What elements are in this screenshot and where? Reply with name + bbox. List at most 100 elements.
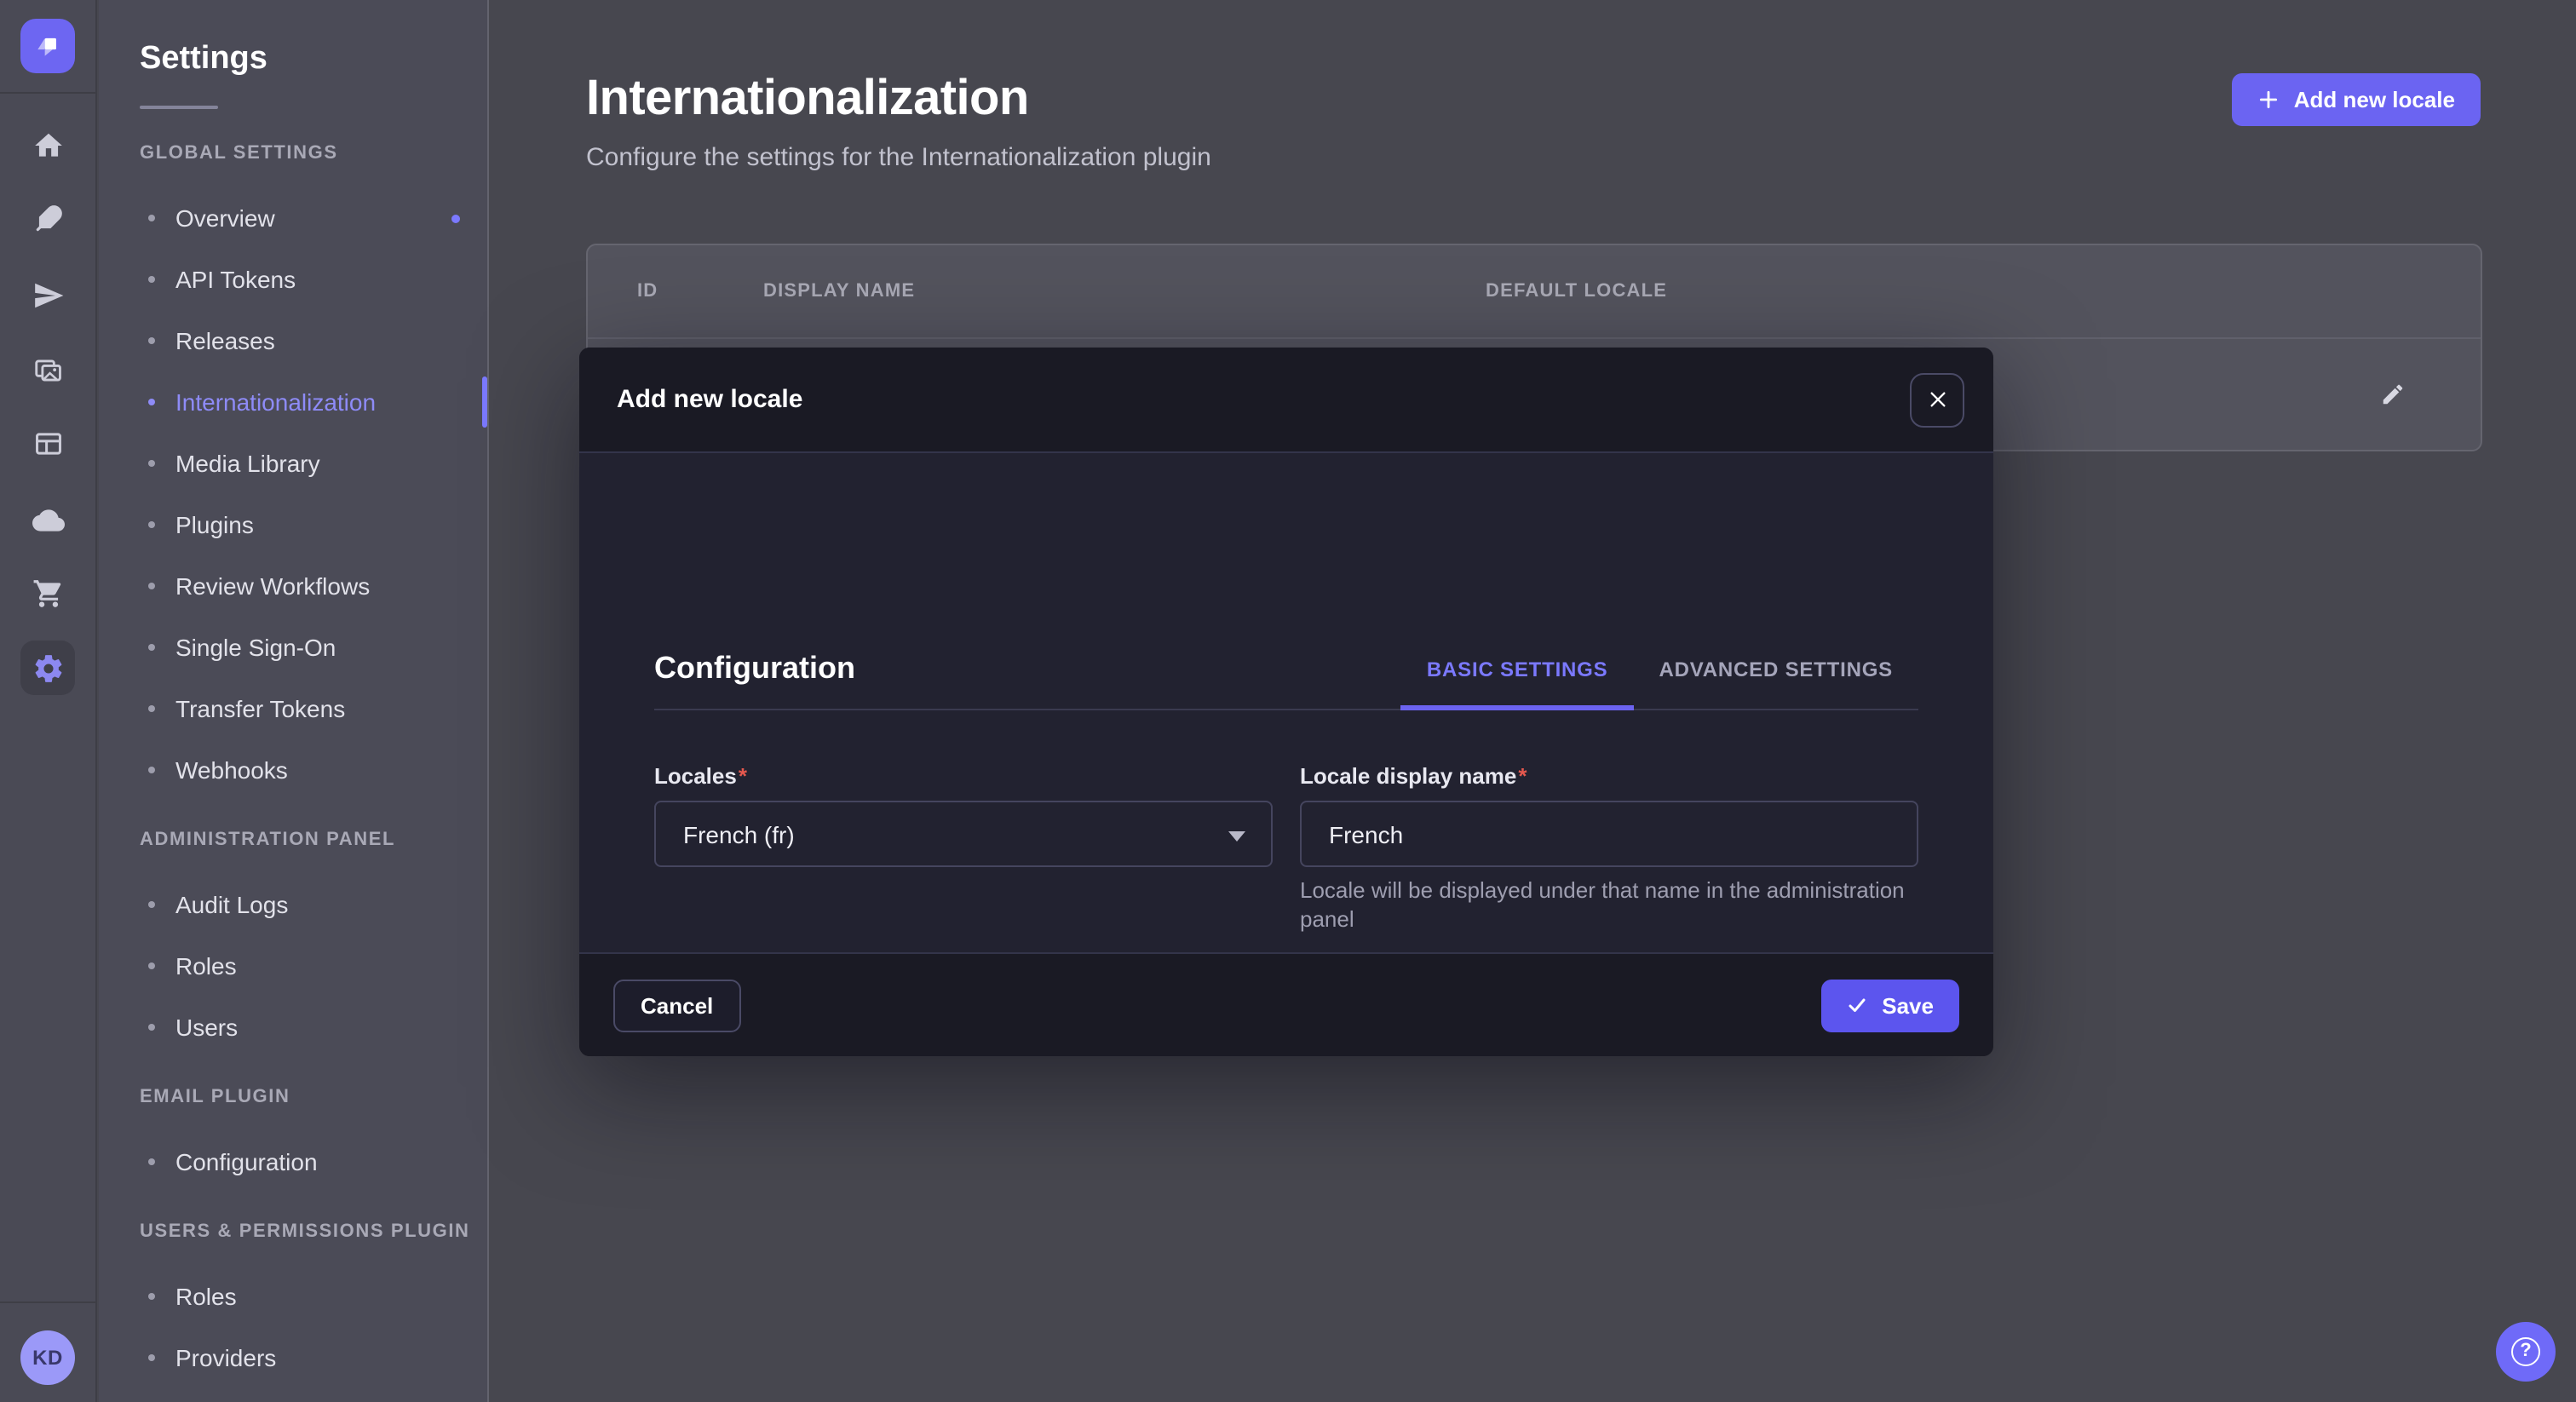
home-icon[interactable]: [14, 111, 82, 179]
nav-section-label: GLOBAL SETTINGS: [140, 143, 487, 164]
bullet-icon: [148, 1024, 155, 1031]
nav-item-label: Webhooks: [175, 756, 288, 784]
table-header-row: ID DISPLAY NAME DEFAULT LOCALE: [588, 245, 2481, 339]
nav-item-label: Plugins: [175, 511, 254, 538]
bullet-icon: [148, 901, 155, 908]
cloud-icon[interactable]: [14, 486, 82, 554]
nav-item-roles[interactable]: Roles: [99, 1266, 487, 1327]
locales-label: Locales*: [654, 763, 1273, 789]
chevron-down-icon: [1228, 830, 1245, 841]
locales-select-value: French (fr): [683, 820, 795, 848]
nav-item-label: Roles: [175, 952, 237, 980]
nav-item-media-library[interactable]: Media Library: [99, 433, 487, 494]
add-new-locale-button[interactable]: Add new locale: [2233, 73, 2481, 126]
nav-item-api-tokens[interactable]: API Tokens: [99, 249, 487, 310]
nav-section: USERS & PERMISSIONS PLUGIN Roles Provide…: [99, 1221, 487, 1388]
nav-item-label: Releases: [175, 327, 275, 354]
save-button[interactable]: Save: [1820, 979, 1959, 1031]
bullet-icon: [148, 337, 155, 344]
modal-body: Configuration BASIC SETTINGS ADVANCED SE…: [579, 453, 1993, 952]
bullet-icon: [148, 644, 155, 651]
bullet-icon: [148, 1293, 155, 1300]
nav-item-label: Audit Logs: [175, 891, 288, 918]
nav-item-label: Internationalization: [175, 388, 376, 416]
nav-item-providers[interactable]: Providers: [99, 1327, 487, 1388]
pencil-icon: [2379, 382, 2405, 407]
nav-item-label: Configuration: [175, 1148, 318, 1175]
display-name-value: French: [1329, 820, 1403, 848]
send-plane-icon[interactable]: [14, 261, 82, 329]
nav-item-label: Media Library: [175, 450, 320, 477]
display-name-label: Locale display name*: [1300, 763, 1918, 789]
bullet-icon: [148, 276, 155, 283]
close-icon: [1928, 390, 1946, 409]
cancel-button[interactable]: Cancel: [613, 979, 740, 1031]
nav-item-label: Users: [175, 1014, 238, 1041]
display-name-input[interactable]: French: [1300, 801, 1918, 867]
edit-locale-button[interactable]: [2372, 374, 2412, 415]
help-button[interactable]: ?: [2496, 1322, 2556, 1382]
nav-section: EMAIL PLUGIN Configuration: [99, 1087, 487, 1192]
nav-item-audit-logs[interactable]: Audit Logs: [99, 874, 487, 935]
nav-item-roles[interactable]: Roles: [99, 935, 487, 997]
user-avatar[interactable]: KD: [20, 1330, 75, 1385]
bullet-icon: [148, 399, 155, 405]
media-library-icon[interactable]: [14, 336, 82, 404]
active-indicator: [482, 376, 487, 428]
question-mark-icon: ?: [2511, 1337, 2540, 1366]
nav-item-label: Single Sign-On: [175, 634, 336, 661]
nav-title: Settings: [140, 41, 267, 78]
nav-item-label: API Tokens: [175, 266, 296, 293]
notification-dot: [451, 214, 460, 222]
strapi-admin: KD Settings GLOBAL SETTINGS Overview API…: [0, 0, 2576, 1402]
nav-title-divider: [140, 106, 218, 109]
page-subtitle: Configure the settings for the Internati…: [586, 143, 1211, 172]
nav-item-internationalization[interactable]: Internationalization: [99, 371, 487, 433]
locales-field: Locales* French (fr): [654, 763, 1273, 934]
tab-basic-settings[interactable]: BASIC SETTINGS: [1401, 651, 1634, 710]
bullet-icon: [148, 1354, 155, 1361]
bullet-icon: [148, 767, 155, 773]
content-feather-icon[interactable]: [14, 184, 82, 252]
bullet-icon: [148, 705, 155, 712]
nav-item-configuration[interactable]: Configuration: [99, 1131, 487, 1192]
modal-title: Add new locale: [617, 385, 802, 414]
column-id: ID: [637, 245, 658, 339]
nav-item-releases[interactable]: Releases: [99, 310, 487, 371]
modal-footer: Cancel Save: [579, 952, 1993, 1056]
required-asterisk: *: [1518, 763, 1527, 789]
settings-gear-icon[interactable]: [20, 641, 75, 695]
nav-item-review-workflows[interactable]: Review Workflows: [99, 555, 487, 617]
nav-item-label: Review Workflows: [175, 572, 370, 600]
rail-divider-bottom: [0, 1301, 95, 1303]
nav-item-users[interactable]: Users: [99, 997, 487, 1058]
nav-item-plugins[interactable]: Plugins: [99, 494, 487, 555]
nav-item-label: Transfer Tokens: [175, 695, 345, 722]
locales-select[interactable]: French (fr): [654, 801, 1273, 867]
nav-item-webhooks[interactable]: Webhooks: [99, 739, 487, 801]
nav-section-label: EMAIL PLUGIN: [140, 1087, 487, 1107]
add-locale-modal: Add new locale Configuration BASIC SETTI…: [579, 348, 1993, 1056]
strapi-logo[interactable]: [20, 19, 75, 73]
nav-item-transfer-tokens[interactable]: Transfer Tokens: [99, 678, 487, 739]
modal-header: Add new locale: [579, 348, 1993, 453]
close-button[interactable]: [1910, 372, 1964, 427]
nav-section: ADMINISTRATION PANEL Audit Logs Roles Us…: [99, 830, 487, 1058]
bullet-icon: [148, 215, 155, 221]
nav-item-single-sign-on[interactable]: Single Sign-On: [99, 617, 487, 678]
rail-divider-top: [0, 92, 95, 94]
strapi-logo-icon: [31, 29, 65, 63]
column-default-locale: DEFAULT LOCALE: [1486, 245, 1667, 339]
nav-item-label: Roles: [175, 1283, 237, 1310]
required-asterisk: *: [739, 763, 747, 789]
display-name-field: Locale display name* French Locale will …: [1300, 763, 1918, 934]
nav-item-overview[interactable]: Overview: [99, 187, 487, 249]
bullet-icon: [148, 460, 155, 467]
bullet-icon: [148, 1158, 155, 1165]
marketplace-cart-icon[interactable]: [14, 559, 82, 627]
tab-advanced-settings[interactable]: ADVANCED SETTINGS: [1633, 651, 1918, 710]
content-type-builder-icon[interactable]: [14, 409, 82, 477]
bullet-icon: [148, 962, 155, 969]
nav-section-label: USERS & PERMISSIONS PLUGIN: [140, 1221, 487, 1242]
page-title: Internationalization: [586, 72, 1029, 128]
